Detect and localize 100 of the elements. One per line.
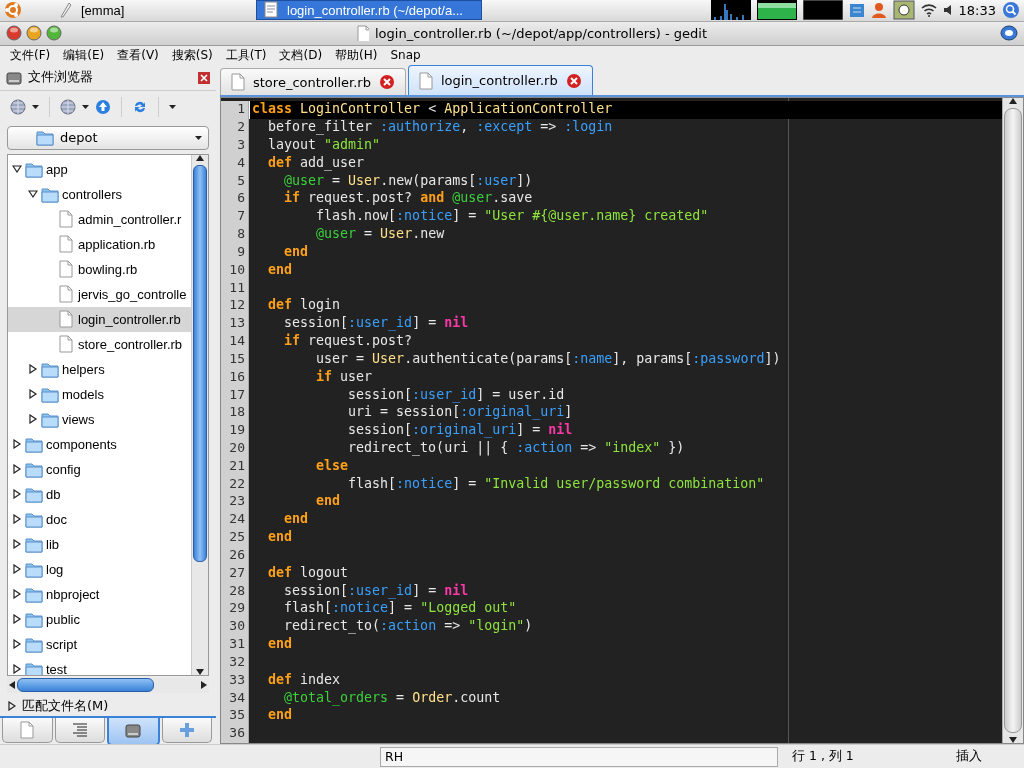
tree-item[interactable]: jervis_go_controlle <box>8 281 191 307</box>
vertical-scrollbar[interactable] <box>1002 98 1023 744</box>
tree-item[interactable]: doc <box>8 506 191 532</box>
notes-icon[interactable] <box>848 2 865 19</box>
forward-icon[interactable] <box>60 98 76 115</box>
scroll-up-icon[interactable] <box>1009 98 1017 105</box>
list-icon <box>70 721 89 740</box>
expander-icon[interactable] <box>12 439 22 450</box>
taskbar-button[interactable]: login_controller.rb (~/depot/a... <box>256 0 482 21</box>
wifi-icon[interactable] <box>920 3 937 18</box>
tree-item[interactable]: login_controller.rb <box>8 306 191 332</box>
search-icon[interactable] <box>1002 1 1020 20</box>
folder-icon <box>25 460 43 478</box>
code-line: end <box>315 493 341 509</box>
expander-icon[interactable] <box>12 589 22 600</box>
side-panel-tab[interactable] <box>2 718 53 744</box>
user-icon[interactable] <box>870 2 887 19</box>
side-panel-tab[interactable] <box>54 718 105 744</box>
folder-icon <box>36 129 54 147</box>
tree-item[interactable]: store_controller.rb <box>8 331 191 357</box>
expander-icon[interactable] <box>28 364 38 375</box>
tree-item[interactable]: db <box>8 481 191 507</box>
menu-item[interactable]: 帮助(H) <box>329 46 385 64</box>
line-number: 6 <box>221 190 249 209</box>
expander-icon[interactable] <box>12 664 22 675</box>
expander-icon[interactable] <box>12 564 22 575</box>
feather-icon <box>57 1 73 20</box>
folder-icon <box>25 585 43 603</box>
expander-icon[interactable] <box>12 489 22 500</box>
tree-item[interactable]: application.rb <box>8 231 191 257</box>
tree-item[interactable]: admin_controller.r <box>8 206 191 232</box>
expander-icon[interactable] <box>28 189 38 200</box>
expander-icon[interactable] <box>28 414 38 425</box>
code-line: flash[:notice] = "Logged out" <box>283 600 517 616</box>
expander-icon[interactable] <box>12 514 22 525</box>
scroll-left-icon[interactable] <box>9 681 15 690</box>
maximize-button[interactable] <box>46 25 62 42</box>
code-line: flash.now[:notice] = "User #{@user.name} created" <box>315 208 709 224</box>
tree-item[interactable]: lib <box>8 531 191 557</box>
menu-item[interactable]: 文档(D) <box>273 46 330 64</box>
document-icon <box>263 1 279 20</box>
menu-item[interactable]: 工具(T) <box>219 46 274 64</box>
code-line: session[:user_id] = nil <box>283 315 469 331</box>
tree-item[interactable]: config <box>8 456 191 482</box>
tree-item[interactable]: log <box>8 556 191 582</box>
line-number: 29 <box>221 600 249 619</box>
tree-item[interactable]: helpers <box>8 356 191 382</box>
expander-icon[interactable] <box>12 614 22 625</box>
code-line: user = User.authenticate(params[:name], params[:password]) <box>315 350 781 366</box>
expander-icon[interactable] <box>12 164 22 175</box>
window-menu-button[interactable] <box>1000 25 1018 42</box>
scroll-down-icon[interactable] <box>196 668 204 675</box>
menu-item[interactable]: 文件(F) <box>4 46 58 64</box>
tree-item[interactable]: test <box>8 656 191 675</box>
close-icon[interactable] <box>565 72 582 89</box>
volume-icon[interactable] <box>942 4 953 17</box>
tree-item[interactable]: models <box>8 381 191 407</box>
tree-item[interactable]: controllers <box>8 181 191 207</box>
side-panel-tab[interactable] <box>107 718 160 747</box>
expander-icon[interactable] <box>12 464 22 475</box>
side-panel-tab[interactable] <box>161 718 212 744</box>
line-number: 30 <box>221 618 249 637</box>
tree-item[interactable]: components <box>8 431 191 457</box>
close-icon[interactable] <box>198 71 210 84</box>
line-number: 1 <box>221 101 249 120</box>
clock[interactable]: 18:33 <box>958 2 996 18</box>
expander-icon[interactable] <box>12 639 22 650</box>
close-button[interactable] <box>6 25 22 42</box>
tree-item[interactable]: public <box>8 606 191 632</box>
scroll-right-icon[interactable] <box>201 681 207 690</box>
menu-item[interactable]: 编辑(E) <box>57 46 112 64</box>
location-dropdown[interactable]: depot <box>7 126 209 150</box>
editor-tab[interactable]: store_controller.rb <box>220 68 406 96</box>
tree-item[interactable]: bowling.rb <box>8 256 191 282</box>
editor-tab[interactable]: login_controller.rb <box>407 65 593 96</box>
dropdown-icon[interactable] <box>82 104 89 109</box>
file-icon <box>416 71 433 90</box>
vertical-scrollbar[interactable] <box>191 154 208 675</box>
back-icon[interactable] <box>10 98 26 115</box>
dropdown-icon[interactable] <box>169 104 176 109</box>
scroll-up-icon[interactable] <box>196 154 204 161</box>
tree-item[interactable]: nbproject <box>8 581 191 607</box>
menu-item[interactable]: 搜索(S) <box>165 46 220 64</box>
ubuntu-logo-icon[interactable] <box>4 1 22 20</box>
horizontal-scrollbar[interactable] <box>7 677 209 693</box>
minimize-button[interactable] <box>26 25 42 42</box>
memory-graph-icon <box>756 0 797 21</box>
tree-item[interactable]: app <box>8 156 191 182</box>
tree-item[interactable]: views <box>8 406 191 432</box>
close-icon[interactable] <box>378 74 395 91</box>
menu-item[interactable]: 查看(V) <box>111 46 166 64</box>
tree-item[interactable]: script <box>8 631 191 657</box>
plus-icon <box>177 721 196 740</box>
dropdown-icon[interactable] <box>32 104 39 109</box>
folder-icon <box>41 185 59 203</box>
expander-icon[interactable] <box>12 539 22 550</box>
expander-icon[interactable] <box>28 389 38 400</box>
line-number: 31 <box>221 636 249 654</box>
taskbar-button[interactable]: [emma] <box>50 0 250 21</box>
menu-item[interactable]: Snap <box>384 48 428 63</box>
